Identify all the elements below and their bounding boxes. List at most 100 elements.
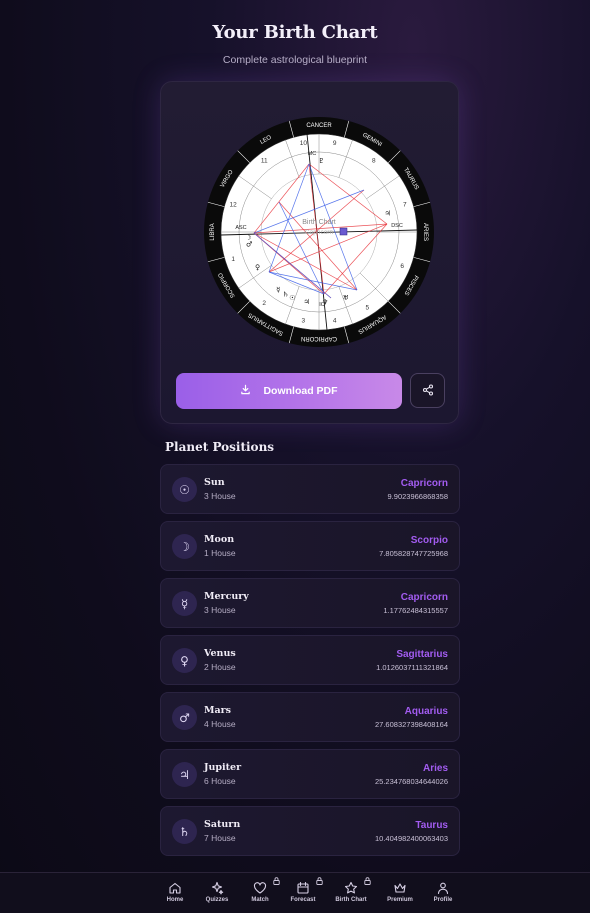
planet-glyph-icon: ☉ (289, 294, 295, 302)
nav-item-home[interactable]: Home (155, 881, 195, 903)
birth-chart-wheel: LEOCANCERGEMINITAURUSARIESPISCESAQUARIUS… (204, 117, 434, 347)
planet-sign: Capricorn (400, 592, 448, 603)
download-icon (240, 384, 251, 398)
moon-glyph-icon: ☽ (172, 534, 197, 559)
planet-name: Sun (204, 477, 225, 488)
house-number: 6 (400, 263, 404, 270)
page-header: Your Birth Chart Complete astrological b… (0, 0, 590, 66)
chart-center-title: Birth Chart (302, 219, 336, 226)
planet-glyph-icon: ☽ (245, 234, 251, 242)
sparkles-icon (197, 881, 237, 895)
planet-glyph-icon: ♀ (255, 264, 260, 272)
planet-degree: 1.17762484315557 (383, 606, 448, 615)
nav-item-quizzes[interactable]: Quizzes (197, 881, 237, 903)
bottom-nav: Home Quizzes Match Forecast Birth Chart Premi… (0, 872, 590, 913)
planet-name: Venus (204, 648, 236, 659)
asc-label: ASC (235, 225, 246, 231)
planet-card-sun[interactable]: ☉ Sun 3 House Capricorn 9.9023966868358 (160, 464, 460, 514)
house-number: 2 (262, 300, 266, 307)
nav-item-forecast[interactable]: Forecast (283, 877, 323, 903)
planet-glyph-icon: ♃ (384, 210, 390, 218)
lock-icon (273, 877, 280, 887)
nav-item-premium[interactable]: Premium (380, 881, 420, 903)
house-number: 3 (302, 317, 306, 324)
planet-house: 2 House (204, 662, 236, 672)
dsc-label: DSC (391, 223, 403, 229)
planet-sign: Aquarius (404, 706, 448, 717)
planet-glyph-icon: ♅ (342, 294, 348, 302)
planet-house: 6 House (204, 776, 236, 786)
nav-label: Birth Chart (335, 897, 367, 903)
planet-name: Moon (204, 534, 235, 545)
planet-name: Jupiter (204, 762, 242, 773)
planet-card-venus[interactable]: ♀ Venus 2 House Sagittarius 1.01260371113218… (160, 635, 460, 685)
house-number: 9 (333, 140, 337, 147)
nav-item-match[interactable]: Match (240, 877, 280, 903)
mc-label: MC (308, 151, 317, 157)
zodiac-sign-label: CANCER (306, 123, 332, 129)
nav-label: Forecast (290, 897, 316, 903)
planet-name: Mars (204, 705, 232, 716)
planet-card-saturn[interactable]: ♄ Saturn 7 House Taurus 10.404982400063403 (160, 806, 460, 856)
planet-sign: Capricorn (400, 478, 448, 489)
planet-positions-title: Planet Positions (165, 440, 275, 454)
nav-label: Profile (433, 897, 453, 903)
planet-glyph-icon: ☿ (276, 286, 280, 294)
jupiter-glyph-icon: ♃ (172, 762, 197, 787)
page-title: Your Birth Chart (212, 22, 378, 43)
planet-list: ☉ Sun 3 House Capricorn 9.9023966868358 ☽ Moon… (160, 464, 460, 863)
page-subtitle: Complete astrological blueprint (222, 54, 368, 66)
zodiac-sign-label: CAPRICORN (301, 335, 337, 341)
house-number: 4 (333, 317, 337, 324)
house-number: 1 (231, 256, 235, 263)
mercury-glyph-icon: ☿ (172, 591, 197, 616)
planet-sign: Scorpio (410, 535, 448, 546)
lock-icon (316, 877, 323, 887)
planet-degree: 7.805828747725968 (379, 549, 448, 558)
planet-card-moon[interactable]: ☽ Moon 1 House Scorpio 7.805828747725968 (160, 521, 460, 571)
sun-glyph-icon: ☉ (172, 477, 197, 502)
nav-label: Quizzes (205, 897, 229, 903)
nav-label: Home (166, 897, 184, 903)
venus-glyph-icon: ♀ (172, 648, 197, 673)
planet-card-mercury[interactable]: ☿ Mercury 3 House Capricorn 1.17762484315557 (160, 578, 460, 628)
planet-house: 3 House (204, 605, 236, 615)
crown-icon (380, 881, 420, 895)
share-button[interactable] (410, 373, 445, 408)
planet-name: Saturn (204, 819, 241, 830)
home-icon (155, 881, 195, 895)
planet-sign: Sagittarius (396, 649, 448, 660)
planet-house: 7 House (204, 833, 236, 843)
planet-house: 3 House (204, 491, 236, 501)
lock-icon (364, 877, 371, 887)
planet-card-mars[interactable]: ♂ Mars 4 House Aquarius 27.608327398408164 (160, 692, 460, 742)
house-number: 7 (403, 202, 407, 209)
download-label: Download PDF (263, 385, 338, 397)
planet-degree: 27.608327398408164 (375, 720, 448, 729)
house-number: 11 (261, 157, 268, 164)
planet-card-jupiter[interactable]: ♃ Jupiter 6 House Aries 25.234768034644026 (160, 749, 460, 799)
planet-degree: 9.9023966868358 (387, 492, 448, 501)
house-number: 8 (372, 157, 376, 164)
house-number: 5 (366, 305, 370, 312)
nav-item-birth-chart[interactable]: Birth Chart (331, 877, 371, 903)
planet-sign: Aries (422, 763, 448, 774)
house-number: 10 (300, 140, 308, 147)
birth-chart-card: LEO CANCER GEMINI TAURUS ARIES PISCES AQUARIUS… (160, 81, 459, 424)
download-pdf-button[interactable]: Download PDF (176, 373, 402, 409)
nav-label: Premium (387, 897, 413, 903)
planet-house: 1 House (204, 548, 236, 558)
planet-house: 4 House (204, 719, 236, 729)
planet-degree: 1.0126037111321864 (376, 663, 448, 672)
planet-glyph-icon: ♆ (322, 299, 328, 307)
planet-degree: 25.234768034644026 (375, 777, 448, 786)
planet-degree: 10.404982400063403 (375, 834, 448, 843)
house-number: 12 (230, 202, 238, 209)
planet-name: Mercury (204, 591, 249, 602)
saturn-glyph-icon: ♄ (172, 819, 197, 844)
planet-sign: Taurus (415, 820, 448, 831)
zodiac-sign-label: ARIES (422, 223, 428, 241)
nav-item-profile[interactable]: Profile (423, 881, 463, 903)
zodiac-sign-label: LIBRA (210, 223, 216, 240)
planet-glyph-icon: ♇ (318, 157, 324, 165)
